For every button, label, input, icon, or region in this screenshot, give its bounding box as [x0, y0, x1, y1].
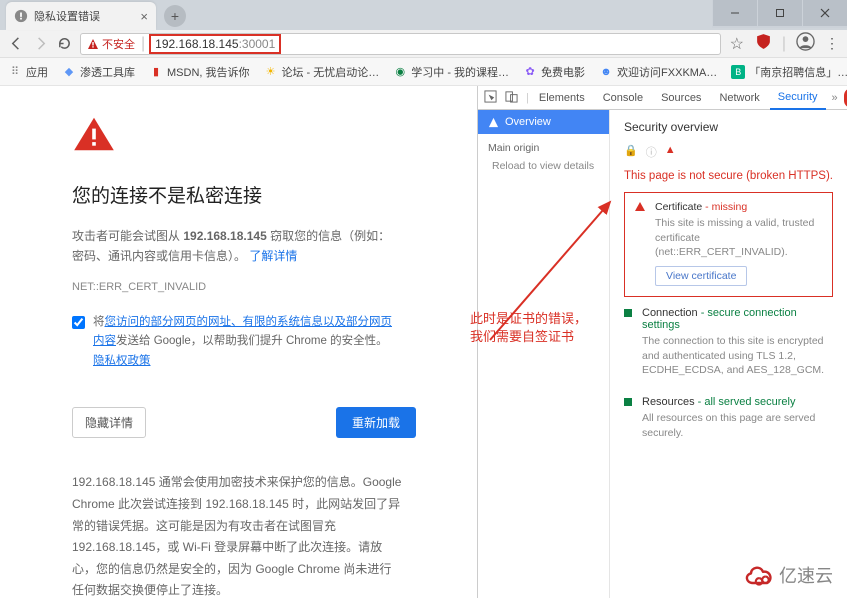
devtools-tab-security[interactable]: Security [770, 86, 826, 110]
hide-details-button[interactable]: 隐藏详情 [72, 407, 146, 438]
insecure-label: 不安全 [102, 36, 135, 52]
bookmark-icon: ◉ [393, 65, 407, 79]
square-green-icon [624, 398, 632, 406]
window-min-button[interactable] [713, 0, 757, 26]
device-toggle-icon[interactable] [505, 90, 518, 106]
annotation-text: 此时是证书的错误，我们需要自签证书 [470, 310, 587, 346]
bookmark-star-icon[interactable]: ☆ [729, 36, 745, 52]
watermark: 亿速云 [743, 562, 833, 588]
window-close-button[interactable] [803, 0, 847, 26]
privacy-policy-link[interactable]: 隐私权政策 [93, 355, 151, 367]
not-secure-message: This page is not secure (broken HTTPS). [624, 170, 833, 182]
back-icon[interactable] [8, 36, 24, 52]
bookmark-icon: ☀ [264, 65, 278, 79]
watermark-logo-icon [743, 562, 775, 588]
learn-more-link[interactable]: 了解详情 [249, 249, 297, 263]
bookmark-item-7[interactable]: B「南京招聘信息」… [731, 64, 847, 80]
error-code: NET::ERR_CERT_INVALID [72, 281, 477, 293]
bookmark-item-6[interactable]: ☻欢迎访问FXXKMA… [599, 64, 717, 80]
security-sidebar: Overview Main origin Reload to view deta… [478, 110, 610, 598]
warning-red-icon: ▲ [665, 144, 676, 160]
window-controls [712, 0, 847, 28]
reload-icon[interactable] [56, 36, 72, 52]
reload-hint: Reload to view details [478, 156, 609, 176]
certificate-box: Certificate - missing This site is missi… [624, 192, 833, 297]
devtools-tabs: | Elements Console Sources Network Secur… [478, 86, 847, 110]
square-green-icon [624, 309, 632, 317]
bookmark-icon: ▮ [149, 65, 163, 79]
reload-button[interactable]: 重新加载 [336, 407, 416, 438]
profile-avatar-icon[interactable] [796, 32, 815, 56]
bookmark-icon: ☻ [599, 65, 613, 79]
devtools-tab-sources[interactable]: Sources [653, 86, 709, 110]
main-origin-heading: Main origin [478, 134, 609, 156]
omnibox[interactable]: 不安全 | 192.168.18.145:30001 [80, 33, 721, 55]
warning-triangle-icon [488, 117, 499, 128]
security-overview-title: Security overview [624, 120, 833, 134]
bookmark-item-3[interactable]: ☀论坛 - 无忧启动论… [264, 64, 380, 80]
bookmark-item-4[interactable]: ◉学习中 - 我的课程… [393, 64, 509, 80]
bookmark-item-2[interactable]: ▮MSDN, 我告诉你 [149, 64, 250, 80]
devtools-tab-console[interactable]: Console [595, 86, 651, 110]
address-bar: 不安全 | 192.168.18.145:30001 ☆ | ⋮ [0, 30, 847, 58]
bookmark-apps[interactable]: ⠿应用 [8, 64, 48, 80]
bookmark-icon: ✿ [523, 65, 537, 79]
tab-close-icon[interactable]: × [140, 9, 148, 24]
tab-title: 隐私设置错误 [34, 8, 134, 24]
view-certificate-button[interactable]: View certificate [655, 266, 747, 286]
error-title: 您的连接不是私密连接 [72, 181, 477, 208]
security-overview-tab[interactable]: Overview [478, 110, 609, 134]
bookmark-item-1[interactable]: ◆渗透工具库 [62, 64, 135, 80]
new-tab-button[interactable]: + [164, 5, 186, 27]
triangle-red-icon [635, 202, 645, 211]
devtools-tab-network[interactable]: Network [711, 86, 767, 110]
security-state-icons: 🔒 ⓘ ▲ [624, 144, 833, 160]
bookmark-icon: B [731, 65, 745, 79]
devtools-tabs-overflow-icon[interactable]: » [828, 92, 842, 104]
ublock-shield-icon[interactable] [755, 33, 772, 55]
bookmarks-bar: ⠿应用 ◆渗透工具库 ▮MSDN, 我告诉你 ☀论坛 - 无忧启动论… ◉学习中… [0, 58, 847, 86]
bookmark-icon: ◆ [62, 65, 76, 79]
privacy-warning-icon [72, 116, 116, 152]
insecure-badge: 不安全 [87, 36, 135, 52]
error-count-badge[interactable]: ◐ 1 [844, 88, 847, 108]
apps-icon: ⠿ [8, 65, 22, 79]
window-max-button[interactable] [758, 0, 802, 26]
error-detail-1: 192.168.18.145 通常会使用加密技术来保护您的信息。Google C… [72, 472, 402, 598]
url-port: :30001 [239, 37, 276, 51]
watermark-text: 亿速云 [779, 562, 833, 588]
safe-browsing-checkbox[interactable] [72, 316, 85, 329]
tab-warning-icon [14, 9, 28, 23]
browser-tab[interactable]: 隐私设置错误 × [6, 2, 156, 30]
devtools-tab-elements[interactable]: Elements [531, 86, 593, 110]
security-main: Security overview 🔒 ⓘ ▲ This page is not… [610, 110, 847, 598]
error-page-content: 您的连接不是私密连接 攻击者可能会试图从 192.168.18.145 窃取您的… [0, 86, 477, 598]
url-host: 192.168.18.145 [155, 37, 238, 51]
inspect-icon[interactable] [484, 90, 497, 106]
browser-menu-icon[interactable]: ⋮ [825, 35, 839, 52]
bookmark-item-5[interactable]: ✿免费电影 [523, 64, 585, 80]
info-grey-icon: ⓘ [646, 144, 657, 160]
lock-grey-icon: 🔒 [624, 144, 638, 160]
forward-icon[interactable] [32, 36, 48, 52]
url-display: 192.168.18.145:30001 [151, 36, 279, 52]
